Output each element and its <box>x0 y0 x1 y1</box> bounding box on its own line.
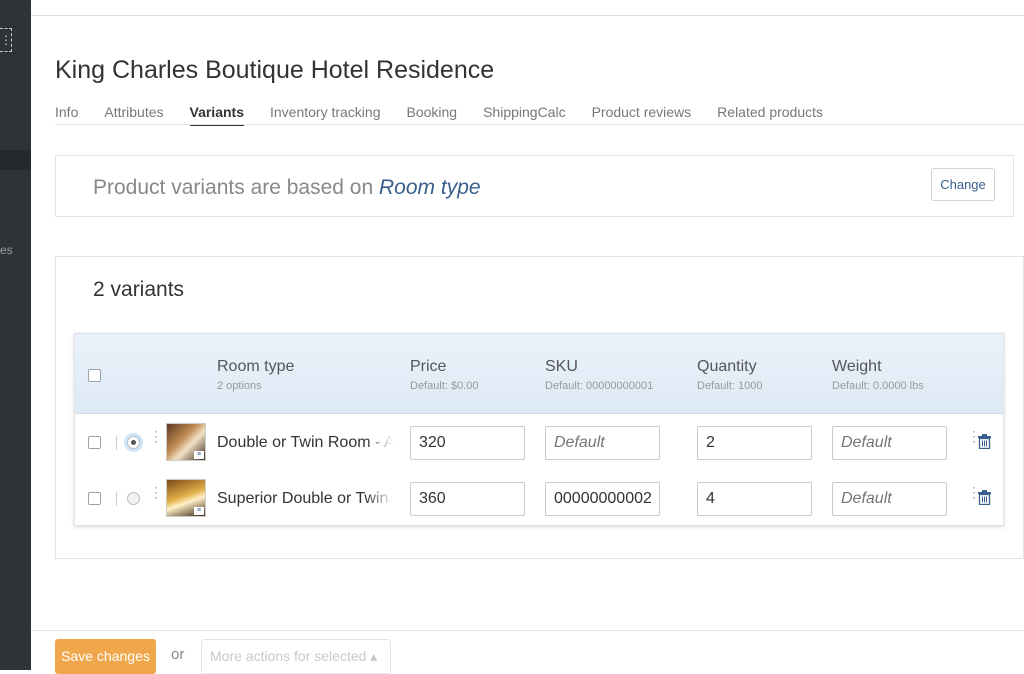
variants-panel: 2 variants Room type 2 options Price Def… <box>55 256 1024 559</box>
sidebar-item-label[interactable]: es <box>0 243 13 257</box>
column-quantity: Quantity Default: 1000 <box>697 358 762 392</box>
variant-image-thumbnail[interactable]: ≡ <box>166 479 206 517</box>
tab-variants[interactable]: Variants <box>189 104 244 126</box>
tab-info[interactable]: Info <box>55 104 78 126</box>
footer-divider <box>31 630 1024 631</box>
table-row: ⋮ ≡ Double or Twin Room - Annex ⋮ <box>75 415 1003 471</box>
sku-input[interactable] <box>545 426 660 460</box>
sidebar: ⋮ es <box>0 0 31 670</box>
tab-related-products[interactable]: Related products <box>717 104 823 126</box>
row-drag-handle-icon[interactable]: ⋮ <box>149 429 163 443</box>
row-checkbox[interactable] <box>88 436 101 449</box>
variant-room-type: Double or Twin Room - Annex <box>217 434 393 451</box>
column-weight-name: Weight <box>832 358 882 375</box>
variants-basis-text: Product variants are based on Room type <box>93 176 481 200</box>
table-row: ⋮ ≡ Superior Double or Twin Room ⋮ <box>75 471 1003 527</box>
tab-inventory-tracking[interactable]: Inventory tracking <box>270 104 381 126</box>
variant-image-thumbnail[interactable]: ≡ <box>166 423 206 461</box>
column-sku-name: SKU <box>545 358 578 375</box>
variants-basis-attribute: Room type <box>379 176 481 199</box>
default-variant-radio[interactable] <box>127 436 140 449</box>
sidebar-active-item[interactable] <box>0 150 31 170</box>
column-room-type-name: Room type <box>217 358 295 375</box>
tab-attributes[interactable]: Attributes <box>104 104 163 126</box>
tab-booking[interactable]: Booking <box>406 104 457 126</box>
tab-bar: Info Attributes Variants Inventory track… <box>55 104 849 126</box>
change-basis-button[interactable]: Change <box>931 168 995 201</box>
sku-input[interactable] <box>545 482 660 516</box>
tab-shippingcalc[interactable]: ShippingCalc <box>483 104 566 126</box>
save-changes-button[interactable]: Save changes <box>55 639 156 674</box>
image-list-icon: ≡ <box>194 451 204 459</box>
image-list-icon: ≡ <box>194 507 204 515</box>
select-all-checkbox[interactable] <box>88 369 101 382</box>
price-input[interactable] <box>410 482 525 516</box>
page-title: King Charles Boutique Hotel Residence <box>55 56 495 84</box>
table-header: Room type 2 options Price Default: $0.00… <box>75 334 1003 414</box>
variant-room-type: Superior Double or Twin Room <box>217 490 393 507</box>
column-quantity-name: Quantity <box>697 358 757 375</box>
tab-product-reviews[interactable]: Product reviews <box>592 104 692 126</box>
column-sku-sub: Default: 00000000001 <box>545 380 654 392</box>
row-drag-handle-icon[interactable]: ⋮ <box>149 485 163 499</box>
variants-basis-prefix: Product variants are based on <box>93 176 374 199</box>
delete-variant-icon[interactable] <box>978 490 991 505</box>
top-bar <box>31 0 1024 16</box>
column-sku: SKU Default: 00000000001 <box>545 358 653 392</box>
column-weight: Weight Default: 0.0000 lbs <box>832 358 924 392</box>
delete-variant-icon[interactable] <box>978 434 991 449</box>
column-room-type: Room type 2 options <box>217 358 294 392</box>
row-separator <box>116 492 117 506</box>
column-quantity-sub: Default: 1000 <box>697 380 763 392</box>
row-menu-icon[interactable]: ⋮ <box>967 429 981 443</box>
quantity-input[interactable] <box>697 426 812 460</box>
variants-count: 2 variants <box>93 278 185 301</box>
variants-table: Room type 2 options Price Default: $0.00… <box>74 333 1004 526</box>
price-input[interactable] <box>410 426 525 460</box>
default-variant-radio[interactable] <box>127 492 140 505</box>
row-checkbox[interactable] <box>88 492 101 505</box>
column-price-name: Price <box>410 358 447 375</box>
quantity-input[interactable] <box>697 482 812 516</box>
or-label: or <box>171 646 185 663</box>
column-price-sub: Default: $0.00 <box>410 380 479 392</box>
tabs-divider <box>55 124 1024 125</box>
more-actions-dropdown[interactable]: More actions for selected ▴ <box>201 639 391 674</box>
column-weight-sub: Default: 0.0000 lbs <box>832 380 924 392</box>
column-price: Price Default: $0.00 <box>410 358 479 392</box>
variants-basis-panel: Product variants are based on Room type … <box>55 155 1014 217</box>
weight-input[interactable] <box>832 482 947 516</box>
column-room-type-sub: 2 options <box>217 380 262 392</box>
expand-sidebar-icon[interactable]: ⋮ <box>0 28 12 52</box>
row-menu-icon[interactable]: ⋮ <box>967 485 981 499</box>
row-separator <box>116 436 117 450</box>
weight-input[interactable] <box>832 426 947 460</box>
